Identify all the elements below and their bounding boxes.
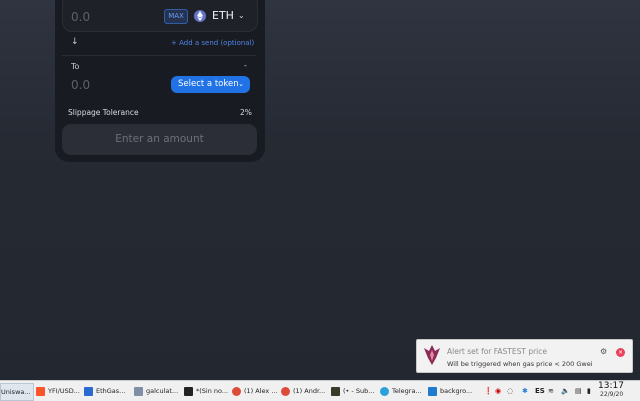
taskbar-item-label: (• - Sub...: [343, 387, 375, 395]
taskbar: Uniswa... YFI/USD... EthGas... galculat.…: [0, 380, 640, 401]
brave-icon: [36, 386, 45, 396]
tray-alert-icon[interactable]: ❗: [484, 387, 493, 395]
clock-date[interactable]: 22/9/20: [600, 391, 623, 398]
taskbar-item-label: (1) Alex ...: [244, 387, 278, 395]
gas-alert-logo-icon: [423, 344, 441, 370]
from-token-selector[interactable]: ETH: [212, 9, 234, 22]
notification-toast[interactable]: Alert set for FASTEST price Will be trig…: [416, 339, 633, 373]
taskbar-item-label: galculat...: [146, 387, 179, 395]
swap-direction-arrow-icon[interactable]: ↓: [71, 37, 79, 47]
taskbar-item[interactable]: *(Sin no...: [184, 383, 230, 399]
taskbar-item[interactable]: (• - Sub...: [331, 383, 377, 399]
taskbar-item[interactable]: (1) Andr...: [281, 383, 327, 399]
slippage-value: 2%: [240, 108, 252, 117]
chrome-icon: [232, 386, 241, 396]
close-icon[interactable]: ×: [616, 348, 625, 357]
volume-icon[interactable]: 🔈: [561, 387, 570, 395]
eth-icon: [194, 10, 206, 22]
taskbar-item[interactable]: EthGas...: [84, 383, 130, 399]
tray-app-icon[interactable]: ◉: [495, 387, 501, 395]
chrome-icon: [281, 386, 290, 396]
taskbar-item-label: *(Sin no...: [196, 387, 229, 395]
taskbar-item[interactable]: backgro...: [428, 383, 478, 399]
taskbar-item[interactable]: Uniswa...: [0, 383, 34, 401]
select-token-label: Select a token: [178, 79, 239, 89]
taskbar-item[interactable]: YFI/USD...: [36, 383, 80, 399]
text-editor-icon: [184, 386, 193, 396]
taskbar-item-label: Telegra...: [392, 387, 422, 395]
settings-icon[interactable]: ⚙: [600, 347, 607, 356]
divider: [62, 55, 256, 56]
chevron-down-icon: ⌄: [238, 80, 244, 88]
to-label: To: [71, 62, 80, 71]
to-balance: -: [244, 61, 247, 70]
notification-message: Will be triggered when gas price < 200 G…: [447, 360, 593, 368]
clock-time[interactable]: 13:17: [598, 381, 624, 391]
taskbar-item-label: EthGas...: [96, 387, 126, 395]
taskbar-item-label: Uniswa...: [1, 388, 31, 396]
notification-title: Alert set for FASTEST price: [447, 347, 548, 356]
taskbar-item-label: backgro...: [440, 387, 473, 395]
chevron-down-icon[interactable]: ⌄: [238, 11, 245, 20]
slippage-label: Slippage Tolerance: [68, 108, 139, 117]
select-token-button[interactable]: Select a token ⌄: [171, 76, 250, 93]
add-send-link[interactable]: + Add a send (optional): [171, 39, 254, 47]
taskbar-item-label: YFI/USD...: [48, 387, 80, 395]
keyboard-language[interactable]: ES: [535, 387, 545, 395]
folder-icon: [84, 386, 93, 396]
bluetooth-icon[interactable]: ✱: [522, 387, 528, 395]
vscode-icon: [428, 386, 437, 396]
from-amount-input[interactable]: 0.0: [71, 10, 90, 24]
to-amount-input[interactable]: 0.0: [71, 78, 90, 92]
wifi-icon[interactable]: ≋: [548, 387, 554, 395]
taskbar-item[interactable]: (1) Alex ...: [232, 383, 278, 399]
taskbar-item[interactable]: Telegra...: [380, 383, 426, 399]
clipboard-icon[interactable]: ▤: [575, 387, 582, 395]
battery-icon[interactable]: ▮: [587, 387, 591, 395]
media-player-icon: [331, 386, 340, 396]
taskbar-item-label: (1) Andr...: [293, 387, 326, 395]
max-button[interactable]: MAX: [164, 9, 188, 24]
telegram-icon: [380, 386, 389, 396]
taskbar-item[interactable]: galculat...: [134, 383, 180, 399]
enter-amount-button[interactable]: Enter an amount: [62, 124, 257, 155]
tray-app-icon[interactable]: ◌: [507, 387, 513, 395]
calculator-icon: [134, 386, 143, 396]
